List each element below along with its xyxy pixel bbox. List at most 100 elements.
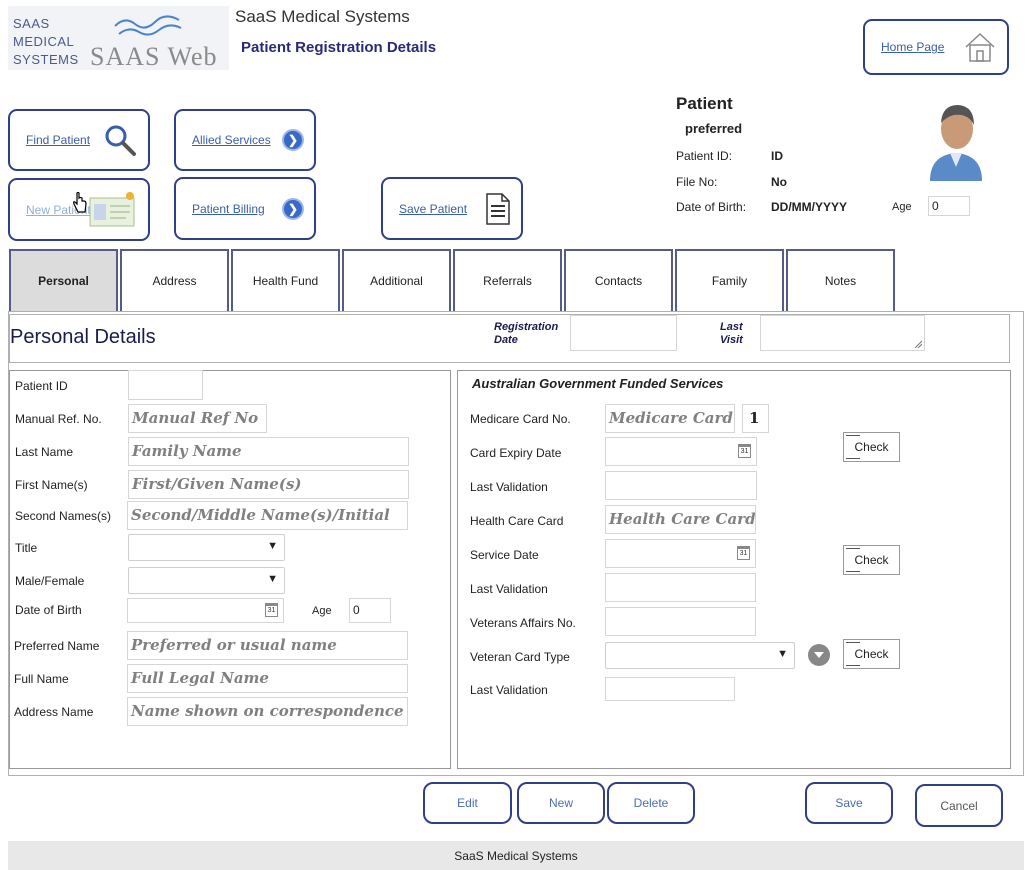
patient-preferred: preferred: [685, 121, 743, 136]
allied-services-button[interactable]: Allied Services ❯: [174, 109, 316, 171]
service-date-input[interactable]: 31: [605, 539, 756, 568]
dob-label: Date of Birth:: [676, 200, 747, 214]
logo-brand: SAAS Web: [90, 42, 218, 71]
chevron-down-icon: ▼: [267, 573, 278, 585]
tab-contacts[interactable]: Contacts: [564, 249, 673, 311]
tab-health-fund[interactable]: Health Fund: [231, 249, 340, 311]
logo-text-1: SAAS: [13, 16, 50, 31]
footer-text: SaaS Medical Systems: [454, 848, 578, 863]
tab-personal[interactable]: Personal: [9, 249, 118, 311]
logo-text-3: SYSTEMS: [13, 52, 79, 67]
patient-id-field-label: Patient ID: [15, 379, 68, 393]
medicare-irn-input[interactable]: 1: [742, 404, 769, 433]
allied-services-link[interactable]: Allied Services: [192, 133, 271, 147]
summary-age-field[interactable]: 0: [928, 196, 970, 216]
calendar-icon[interactable]: 31: [737, 546, 750, 560]
address-name-input[interactable]: Name shown on correspondence: [127, 697, 408, 726]
manual-ref-input[interactable]: Manual Ref No: [128, 404, 267, 433]
tab-additional[interactable]: Additional: [342, 249, 451, 311]
title-select[interactable]: ▼: [128, 534, 285, 561]
patient-heading: Patient: [676, 94, 733, 113]
card-expiry-label: Card Expiry Date: [470, 446, 562, 460]
manual-ref-label: Manual Ref. No.: [15, 412, 102, 426]
home-page-button[interactable]: Home Page: [863, 19, 1009, 75]
search-icon: [105, 125, 136, 156]
patient-billing-button[interactable]: Patient Billing ❯: [174, 177, 316, 240]
dob-field-label: Date of Birth: [15, 603, 82, 617]
patient-id-field[interactable]: [128, 370, 203, 400]
patient-billing-link[interactable]: Patient Billing: [192, 202, 265, 216]
patient-avatar-icon: [930, 105, 982, 181]
hand-cursor-icon: [73, 192, 87, 213]
edit-button[interactable]: Edit: [423, 782, 512, 824]
last-name-input[interactable]: Family Name: [128, 437, 409, 466]
last-visit-textarea[interactable]: [760, 315, 925, 351]
home-icon: [965, 32, 995, 62]
save-patient-link[interactable]: Save Patient: [399, 202, 467, 216]
gender-label: Male/Female: [15, 574, 85, 588]
logo: SAAS MEDICAL SYSTEMS SAAS Web: [8, 6, 229, 71]
dob-input[interactable]: 31: [127, 598, 284, 623]
tab-referrals[interactable]: Referrals: [453, 249, 562, 311]
logo-text-2: MEDICAL: [13, 34, 75, 49]
age-label: Age: [892, 201, 912, 213]
company-name: SaaS Medical Systems: [235, 7, 410, 26]
new-patient-button[interactable]: New Patient: [8, 178, 150, 241]
veterans-no-input[interactable]: [605, 607, 756, 636]
save-button[interactable]: Save: [805, 782, 893, 824]
preferred-name-input[interactable]: Preferred or usual name: [127, 631, 408, 660]
dropdown-circle-icon[interactable]: [808, 644, 830, 666]
calendar-icon[interactable]: 31: [265, 603, 278, 617]
health-care-label: Health Care Card: [470, 514, 564, 528]
first-name-input[interactable]: First/Given Name(s): [128, 470, 409, 499]
dob-value: DD/MM/YYYY: [771, 200, 848, 214]
arrow-right-icon: ❯: [282, 129, 304, 151]
new-button[interactable]: New: [517, 782, 605, 824]
registration-date-field[interactable]: [570, 315, 677, 351]
age-input[interactable]: 0: [349, 598, 391, 623]
section-title: Personal Details: [10, 326, 156, 348]
medicare-input[interactable]: Medicare Card: [605, 404, 735, 433]
second-names-label: Second Names(s): [15, 509, 112, 523]
last-validation-input-3[interactable]: [605, 677, 735, 701]
veteran-type-label: Veteran Card Type: [470, 650, 570, 664]
last-name-label: Last Name: [15, 445, 74, 459]
tab-address[interactable]: Address: [120, 249, 229, 311]
health-care-check-button[interactable]: Check: [843, 545, 900, 575]
chevron-down-icon: ▼: [777, 648, 788, 660]
find-patient-link[interactable]: Find Patient: [26, 133, 90, 147]
home-page-link[interactable]: Home Page: [881, 40, 944, 54]
health-care-input[interactable]: Health Care Card: [605, 505, 756, 534]
footer: SaaS Medical Systems: [8, 841, 1024, 870]
medicare-label: Medicare Card No.: [470, 412, 571, 426]
save-patient-button[interactable]: Save Patient: [381, 177, 523, 240]
find-patient-button[interactable]: Find Patient: [8, 109, 150, 171]
patient-id-value: ID: [771, 149, 783, 163]
card-expiry-input[interactable]: 31: [605, 437, 757, 466]
last-validation-input-1[interactable]: [605, 471, 757, 500]
last-validation-label-1: Last Validation: [470, 480, 548, 494]
delete-button[interactable]: Delete: [607, 782, 695, 824]
veteran-type-select[interactable]: ▼: [605, 642, 795, 669]
age-field-label: Age: [312, 605, 332, 617]
full-name-input[interactable]: Full Legal Name: [127, 664, 408, 693]
preferred-name-label: Preferred Name: [14, 639, 100, 653]
address-name-label: Address Name: [14, 705, 94, 719]
medicare-check-button[interactable]: Check: [843, 432, 900, 462]
arrow-right-icon: ❯: [282, 197, 304, 220]
last-validation-input-2[interactable]: [605, 573, 756, 602]
registration-date-label-2: Date: [494, 334, 518, 346]
id-card-icon: [89, 191, 135, 226]
calendar-icon[interactable]: 31: [738, 444, 751, 458]
second-names-input[interactable]: Second/Middle Name(s)/Initial: [127, 501, 408, 530]
cancel-button[interactable]: Cancel: [915, 784, 1003, 827]
last-visit-label-1: Last: [720, 321, 743, 333]
tab-family[interactable]: Family: [675, 249, 784, 311]
veteran-check-button[interactable]: Check: [843, 639, 900, 669]
tab-notes[interactable]: Notes: [786, 249, 895, 311]
resize-handle-icon[interactable]: [914, 340, 922, 348]
last-validation-label-2: Last Validation: [470, 582, 548, 596]
file-no-value: No: [771, 175, 787, 189]
gender-select[interactable]: ▼: [128, 567, 285, 594]
file-no-label: File No:: [676, 175, 718, 189]
